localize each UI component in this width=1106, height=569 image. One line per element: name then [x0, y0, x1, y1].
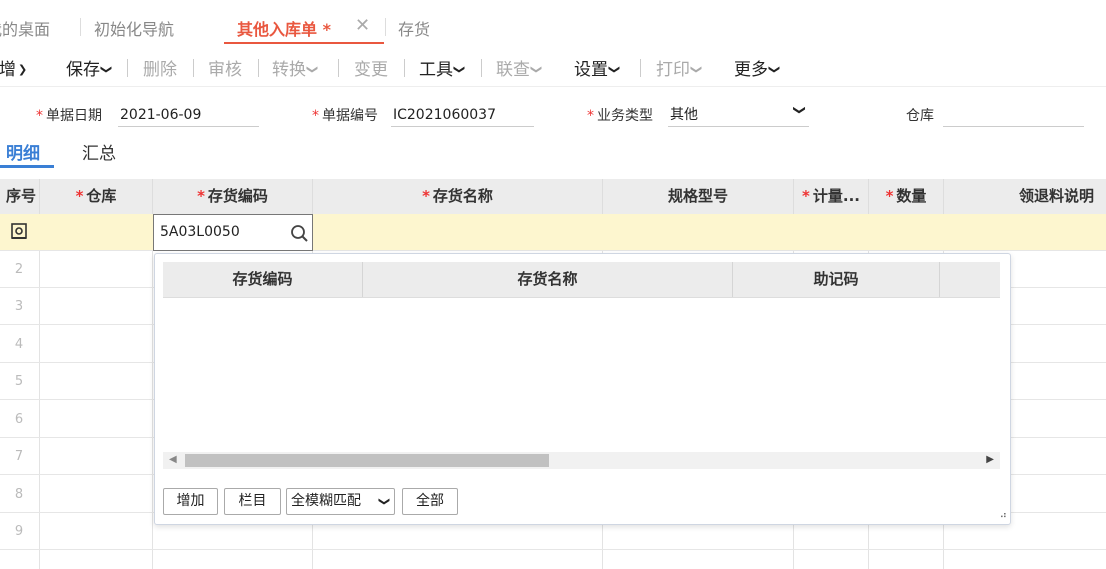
- table-row[interactable]: 5A03L0050: [0, 214, 1106, 251]
- row-number: 2: [14, 262, 24, 277]
- number-field[interactable]: [391, 100, 534, 127]
- chevron-down-icon: ❯: [792, 104, 807, 116]
- settings-label: 设置: [574, 60, 608, 80]
- chevron-down-icon: ❯: [377, 496, 391, 507]
- search-icon[interactable]: [290, 224, 310, 244]
- match-mode-select[interactable]: 全模糊匹配 ❯: [286, 488, 395, 515]
- lookup-col-mnemonic[interactable]: 助记码: [733, 262, 940, 297]
- new-label: 新增: [0, 60, 16, 80]
- toolbar-separator: [258, 59, 259, 77]
- col-name[interactable]: * 存货名称: [313, 179, 603, 214]
- toolbar-separator: [338, 59, 339, 77]
- chevron-down-icon: ❯: [530, 64, 544, 75]
- code-edit-input[interactable]: 5A03L0050: [153, 214, 313, 251]
- col-warehouse[interactable]: * 仓库: [40, 179, 153, 214]
- new-button[interactable]: 新增❯: [0, 55, 27, 80]
- col-code[interactable]: * 存货编码: [153, 179, 313, 214]
- subtab-indicator: [0, 165, 54, 168]
- col-spec[interactable]: 规格型号: [603, 179, 794, 214]
- resize-handle-icon[interactable]: ⠴: [1000, 510, 1007, 521]
- change-button[interactable]: 变更: [354, 55, 388, 80]
- lookup-col-code[interactable]: 存货编码: [163, 262, 363, 297]
- tab-other-receipt[interactable]: 其他入库单 *: [237, 16, 331, 40]
- columns-button[interactable]: 栏目: [224, 488, 281, 515]
- convert-label: 转换: [272, 60, 306, 80]
- toolbar-separator: [640, 59, 641, 77]
- chevron-down-icon: ❯: [100, 64, 114, 75]
- row-number: 7: [14, 449, 24, 464]
- toolbar-separator: [404, 59, 405, 77]
- more-button[interactable]: 更多❯: [734, 55, 782, 80]
- row-number: 6: [14, 412, 24, 427]
- lookup-button[interactable]: 联查❯: [496, 55, 544, 80]
- print-label: 打印: [656, 60, 690, 80]
- code-edit-value: 5A03L0050: [160, 224, 240, 240]
- warehouse-field[interactable]: [943, 100, 1084, 127]
- lookup-header: 存货编码 存货名称 助记码: [163, 262, 1000, 298]
- all-button[interactable]: 全部: [402, 488, 458, 515]
- audit-button[interactable]: 审核: [208, 55, 242, 80]
- save-label: 保存: [66, 60, 100, 80]
- lookup-label: 联查: [496, 60, 530, 80]
- biztype-select[interactable]: 其他 ❯: [668, 100, 809, 127]
- toolbar-separator: [481, 59, 482, 77]
- chevron-down-icon: ❯: [453, 64, 467, 75]
- tab-separator: [385, 18, 386, 36]
- settings-button[interactable]: 设置❯: [574, 55, 622, 80]
- toolbar: 新增❯ 保存❯ 删除 审核 转换❯ 变更 工具❯ 联查❯ 设置❯ 打印❯ 更多❯: [0, 44, 1106, 87]
- warehouse-label: 仓库: [906, 108, 934, 124]
- tools-button[interactable]: 工具❯: [419, 55, 467, 80]
- scrollbar-thumb[interactable]: [185, 454, 549, 467]
- convert-button[interactable]: 转换❯: [272, 55, 320, 80]
- row-number: 3: [14, 299, 24, 314]
- grid-header: 序号 * 仓库 * 存货编码 * 存货名称 规格型号 * 计量... * 数量 领退料说明: [0, 179, 1106, 215]
- tab-init-nav[interactable]: 初始化导航: [94, 16, 174, 40]
- scroll-right-icon[interactable]: ▶: [986, 454, 994, 465]
- biztype-label: * 业务类型: [587, 108, 653, 124]
- toolbar-separator: [193, 59, 194, 77]
- col-remark[interactable]: 领退料说明: [944, 179, 1106, 214]
- scroll-left-icon[interactable]: ◀: [169, 454, 177, 465]
- row-number: 8: [14, 487, 24, 502]
- row-number: 5: [14, 374, 24, 389]
- delete-button[interactable]: 删除: [143, 55, 177, 80]
- chevron-down-icon: ❯: [768, 64, 782, 75]
- add-button[interactable]: 增加: [163, 488, 218, 515]
- col-unit[interactable]: * 计量...: [794, 179, 869, 214]
- tab-summary[interactable]: 汇总: [82, 139, 116, 164]
- number-label: * 单据编号: [312, 108, 378, 124]
- date-field[interactable]: [118, 100, 259, 127]
- toolbar-separator: [127, 59, 128, 77]
- tab-inventory[interactable]: 存货: [398, 16, 430, 40]
- more-label: 更多: [734, 60, 768, 80]
- horizontal-scrollbar[interactable]: ◀ ▶: [163, 452, 1000, 469]
- col-seq[interactable]: 序号: [0, 179, 40, 214]
- row-number: 4: [14, 337, 24, 352]
- close-icon[interactable]: ✕: [355, 15, 370, 36]
- chevron-down-icon: ❯: [306, 64, 320, 75]
- save-button[interactable]: 保存❯: [66, 55, 114, 80]
- print-button[interactable]: 打印❯: [656, 55, 704, 80]
- row-settings-icon[interactable]: [10, 222, 28, 240]
- lookup-col-name[interactable]: 存货名称: [363, 262, 733, 297]
- col-qty[interactable]: * 数量: [869, 179, 944, 214]
- row-number: 9: [14, 524, 24, 539]
- chevron-down-icon: ❯: [18, 63, 28, 76]
- tab-detail[interactable]: 明细: [6, 139, 40, 164]
- date-label: * 单据日期: [36, 108, 102, 124]
- tab-my-desktop[interactable]: 我的桌面: [0, 16, 50, 40]
- tools-label: 工具: [419, 60, 453, 80]
- chevron-down-icon: ❯: [608, 64, 622, 75]
- tab-bar: 我的桌面 初始化导航 其他入库单 * ✕ 存货: [0, 0, 1106, 45]
- chevron-down-icon: ❯: [690, 64, 704, 75]
- tab-separator: [80, 18, 81, 36]
- lookup-dropdown: 存货编码 存货名称 助记码 ◀ ▶ 增加 栏目 全模糊匹配 ❯ 全部 ⠴: [154, 253, 1011, 525]
- biztype-value: 其他: [670, 107, 698, 123]
- match-mode-value: 全模糊匹配: [291, 493, 361, 509]
